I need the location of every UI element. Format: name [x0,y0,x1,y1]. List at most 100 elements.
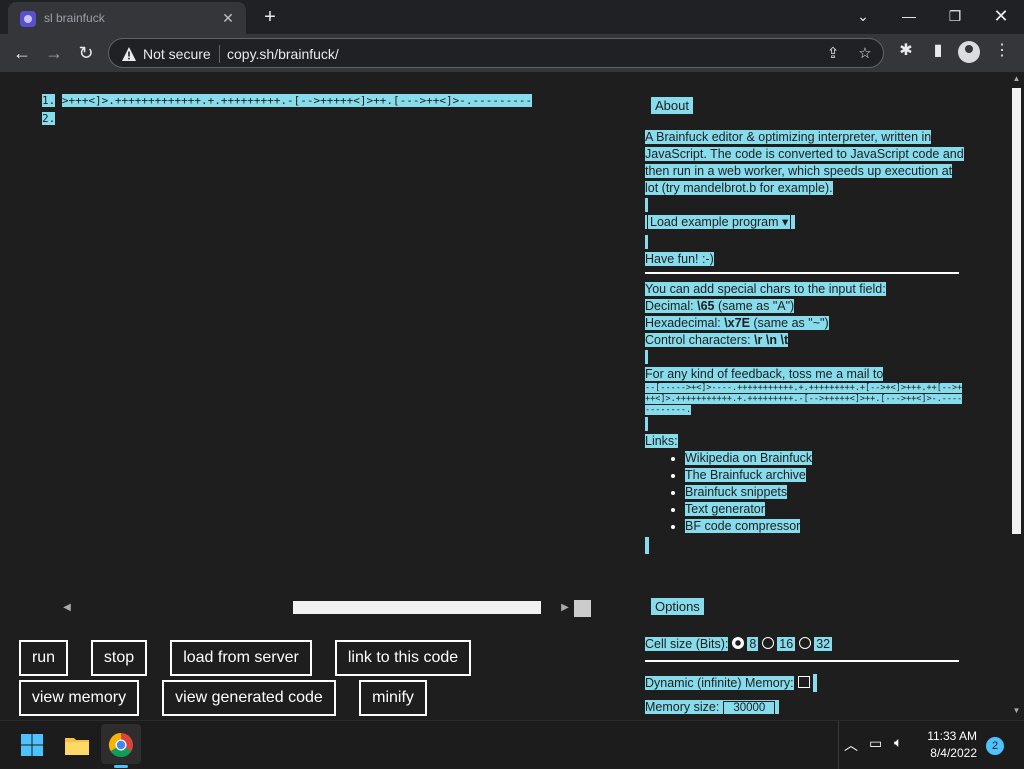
divider [645,660,959,662]
special-chars-intro: You can add special chars to the input f… [645,282,886,296]
share-icon[interactable]: ⇪ [823,44,843,64]
browser-title-bar: sl brainfuck ✕ + ⌄ — ❐ ✕ [0,0,1024,34]
hex-code: \x7E [724,316,750,330]
notification-badge[interactable]: 2 [986,737,1004,755]
favicon-icon [20,11,36,27]
resize-handle[interactable] [574,600,591,617]
memory-size-input[interactable]: 30000 [723,701,776,716]
stop-button[interactable]: stop [91,640,147,676]
text-generator-link[interactable]: Text generator [685,502,765,516]
editor-line[interactable]: 2. [42,110,594,128]
options-heading: Options [651,598,704,615]
back-button[interactable]: ← [8,39,36,67]
profile-avatar[interactable] [958,41,980,63]
scroll-left-icon[interactable]: ◀ [60,600,74,616]
minimize-button[interactable]: — [886,2,932,30]
volume-icon[interactable]: 🔈︎ [894,734,902,751]
scrollbar-thumb[interactable] [1012,88,1021,534]
windows-start-icon[interactable] [16,729,48,761]
omnibox-divider [219,45,220,63]
dynamic-memory-checkbox[interactable] [797,676,810,688]
link-to-code-button[interactable]: link to this code [335,640,471,676]
about-section: A Brainfuck editor & optimizing interpre… [645,129,965,268]
extensions-icon[interactable]: ✱ [895,40,917,62]
file-explorer-icon[interactable] [61,729,93,761]
cell-size-16-label: 16 [777,637,796,651]
divider [645,272,959,274]
scroll-right-icon[interactable]: ▶ [558,600,572,616]
cell-size-radio-8[interactable] [732,637,745,649]
editor-line[interactable]: 1. >+++<]>.+++++++++++++.+.+++++++++.-[-… [42,92,594,110]
links-list: Wikipedia on Brainfuck The Brainfuck arc… [685,450,965,535]
wikipedia-link[interactable]: Wikipedia on Brainfuck [685,451,813,465]
tab-search-icon[interactable]: ⌄ [840,2,886,30]
close-tab-icon[interactable]: ✕ [218,8,238,28]
about-description: A Brainfuck editor & optimizing interpre… [645,130,964,195]
line-number: 2. [42,112,56,125]
new-tab-button[interactable]: + [258,6,282,30]
code-editor[interactable]: 1. >+++<]>.+++++++++++++.+.+++++++++.-[-… [42,92,594,128]
feedback-text: For any kind of feedback, toss me a mail… [645,367,884,381]
scrollbar-thumb[interactable] [293,601,541,614]
side-panel-icon[interactable]: ▮ [927,40,949,62]
load-from-server-button[interactable]: load from server [170,640,312,676]
chevron-down-icon: ▾ [782,215,789,229]
minify-button[interactable]: minify [359,680,427,716]
cell-size-radio-16[interactable] [762,637,775,649]
tab-title: sl brainfuck [44,11,105,25]
network-icon[interactable]: ▭ [869,735,882,752]
bf-compressor-link[interactable]: BF code compressor [685,519,801,533]
list-item[interactable]: Wikipedia on Brainfuck [685,450,965,467]
cell-size-option: Cell size (Bits): 8 16 32 [645,635,965,653]
restore-button[interactable]: ❐ [932,2,978,30]
special-chars-section: You can add special chars to the input f… [645,281,965,554]
cell-size-radio-32[interactable] [799,637,812,649]
cell-size-label: Cell size (Bits): [645,637,729,651]
have-fun-text: Have fun! :-) [645,252,714,266]
tray-divider [838,721,839,769]
cell-size-8-label: 8 [747,637,759,651]
windows-taskbar: ︿ ▭ 🔈︎ 11:33 AM 8/4/2022 2 [0,720,1024,769]
forward-button[interactable]: → [40,39,68,67]
line-code[interactable]: >+++<]>.+++++++++++++.+.+++++++++.-[-->+… [61,94,533,107]
archive-link[interactable]: The Brainfuck archive [685,468,806,482]
page-content: 1. >+++<]>.+++++++++++++.+.+++++++++.-[-… [0,72,1024,720]
security-label[interactable]: Not secure [143,46,211,62]
url-text[interactable]: copy.sh/brainfuck/ [227,46,339,62]
cell-size-32-label: 32 [814,637,833,651]
decimal-code: \65 [697,299,715,313]
clock-time[interactable]: 11:33 AM [927,729,977,743]
list-item[interactable]: BF code compressor [685,518,965,535]
browser-toolbar: ← → ↻ Not secure copy.sh/brainfuck/ ⇪ ☆ … [0,34,1024,72]
line-number: 1. [42,94,56,107]
control-code: \r \n \t [754,333,789,347]
list-item[interactable]: Brainfuck snippets [685,484,965,501]
close-window-button[interactable]: ✕ [978,2,1024,30]
chrome-icon[interactable] [105,729,137,761]
view-memory-button[interactable]: view memory [19,680,139,716]
example-program-select[interactable]: Load example program ▾ [647,214,792,230]
page-vertical-scrollbar[interactable]: ▲ ▼ [1009,72,1024,720]
scroll-up-icon[interactable]: ▲ [1009,72,1024,86]
browser-tab[interactable]: sl brainfuck ✕ [8,2,246,34]
memory-size-option: Memory size: 30000 [645,698,965,716]
clock-date[interactable]: 8/4/2022 [927,746,977,760]
bookmark-star-icon[interactable]: ☆ [855,44,875,64]
warning-icon[interactable] [121,46,137,62]
dynamic-memory-label: Dynamic (infinite) Memory: [645,676,794,690]
snippets-link[interactable]: Brainfuck snippets [685,485,788,499]
memory-size-label: Memory size: [645,700,720,714]
view-generated-code-button[interactable]: view generated code [162,680,336,716]
list-item[interactable]: Text generator [685,501,965,518]
menu-icon[interactable]: ⋮ [991,40,1013,62]
scroll-down-icon[interactable]: ▼ [1009,704,1024,718]
run-button[interactable]: run [19,640,68,676]
reload-button[interactable]: ↻ [72,39,100,67]
list-item[interactable]: The Brainfuck archive [685,467,965,484]
bf-email-link[interactable]: --[----->+<]>----.+++++++++++.+.++++++++… [645,383,963,415]
editor-horizontal-scrollbar[interactable]: ◀ ▶ [60,600,592,617]
address-bar[interactable]: Not secure copy.sh/brainfuck/ ⇪ ☆ [108,38,884,68]
dynamic-memory-option: Dynamic (infinite) Memory: [645,674,965,692]
about-heading: About [651,97,693,114]
chevron-up-icon[interactable]: ︿ [844,735,858,755]
